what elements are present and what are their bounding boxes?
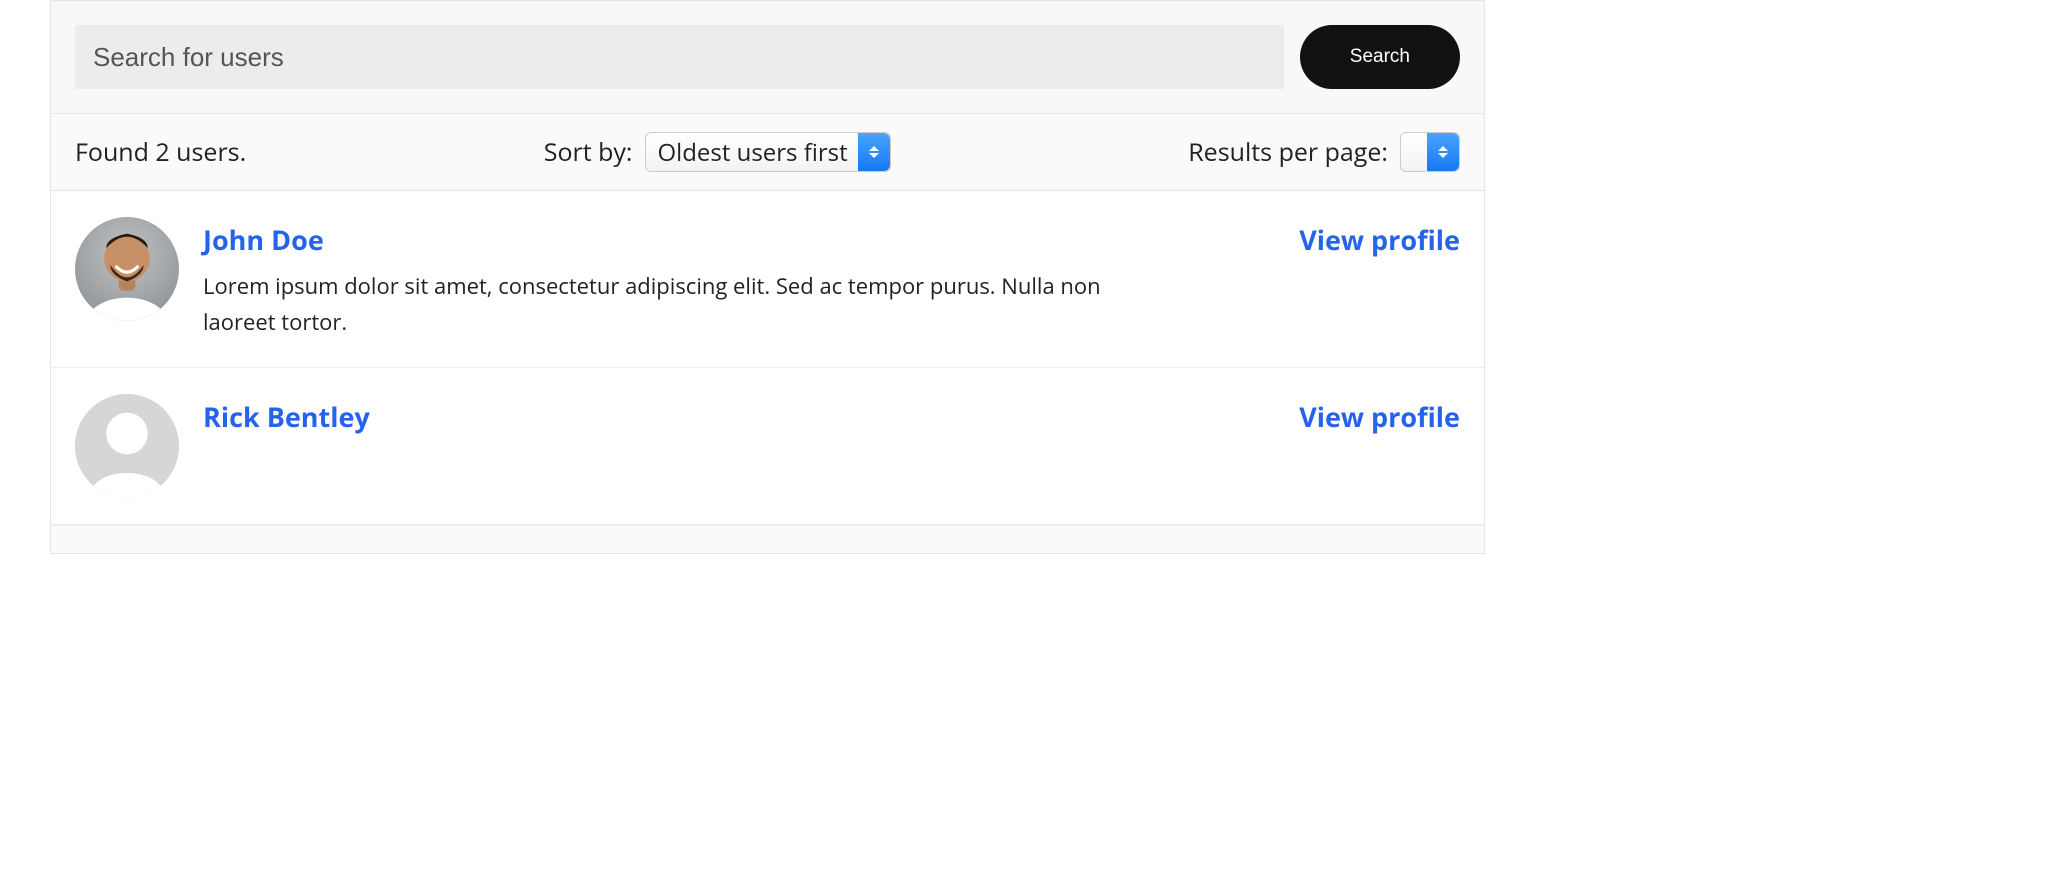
avatar[interactable]	[75, 217, 179, 321]
result-row: John Doe Lorem ipsum dolor sit amet, con…	[51, 191, 1484, 368]
view-profile-link[interactable]: View profile	[1299, 398, 1460, 435]
avatar-photo-icon	[75, 217, 179, 321]
avatar[interactable]	[75, 394, 179, 498]
search-input-wrap	[75, 25, 1284, 89]
result-row: Rick Bentley View profile	[51, 368, 1484, 525]
select-stepper-icon	[1427, 133, 1459, 171]
avatar-placeholder-icon	[75, 394, 179, 498]
results-count: Found 2 users.	[75, 135, 246, 169]
result-name-link[interactable]: John Doe	[203, 221, 1275, 258]
result-main: Rick Bentley	[203, 394, 1275, 445]
sort-selected-value: Oldest users first	[658, 136, 848, 169]
result-name-link[interactable]: Rick Bentley	[203, 398, 1275, 435]
result-main: John Doe Lorem ipsum dolor sit amet, con…	[203, 217, 1275, 341]
sort-select[interactable]: Oldest users first	[645, 132, 891, 172]
select-stepper-icon	[858, 133, 890, 171]
view-profile-link[interactable]: View profile	[1299, 221, 1460, 258]
perpage-group: Results per page:	[1188, 132, 1460, 172]
search-button[interactable]: Search	[1300, 25, 1460, 89]
result-bio: Lorem ipsum dolor sit amet, consectetur …	[203, 268, 1103, 341]
search-bar: Search	[51, 1, 1484, 114]
sort-label: Sort by:	[544, 135, 633, 169]
footer-strip	[51, 525, 1484, 553]
results-toolbar: Found 2 users. Sort by: Oldest users fir…	[51, 114, 1484, 191]
perpage-label: Results per page:	[1188, 135, 1388, 169]
perpage-select[interactable]	[1400, 132, 1460, 172]
sort-group: Sort by: Oldest users first	[286, 132, 1148, 172]
search-input[interactable]	[75, 25, 1284, 89]
